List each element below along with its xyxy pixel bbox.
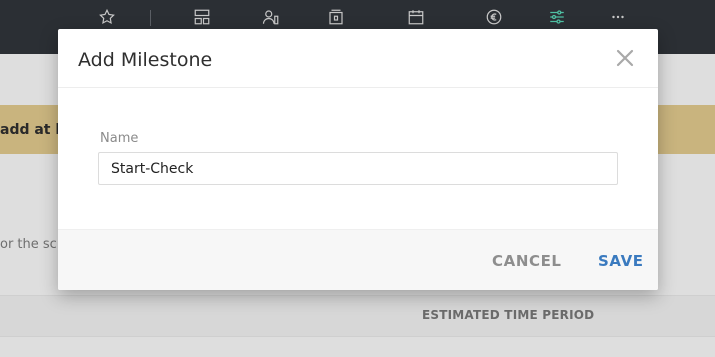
euro-icon[interactable] bbox=[484, 7, 504, 27]
archive-icon[interactable] bbox=[326, 7, 346, 27]
close-icon bbox=[616, 49, 634, 67]
schedule-hint-text: or the sch bbox=[0, 237, 66, 252]
dialog-header: Add Milestone bbox=[58, 29, 658, 88]
more-icon[interactable] bbox=[608, 7, 628, 27]
add-milestone-dialog: Add Milestone Name CANCEL SAVE bbox=[58, 29, 658, 290]
dialog-title: Add Milestone bbox=[78, 49, 213, 71]
toolbar-divider bbox=[150, 10, 151, 26]
dialog-body: Name bbox=[58, 88, 658, 229]
sliders-icon[interactable] bbox=[547, 7, 567, 27]
column-estimated-time-period: ESTIMATED TIME PERIOD bbox=[422, 308, 595, 322]
people-icon[interactable] bbox=[261, 7, 281, 27]
save-button[interactable]: SAVE bbox=[598, 252, 644, 270]
name-input[interactable] bbox=[98, 152, 618, 185]
cancel-button[interactable]: CANCEL bbox=[492, 252, 562, 270]
app-background: add at le or the sch ESTIMATED TIME PERI… bbox=[0, 0, 715, 357]
table-header: ESTIMATED TIME PERIOD bbox=[0, 295, 715, 337]
layout-icon[interactable] bbox=[192, 7, 212, 27]
dialog-footer: CANCEL SAVE bbox=[58, 229, 658, 290]
calendar-icon[interactable] bbox=[406, 7, 426, 27]
star-icon[interactable] bbox=[97, 7, 117, 27]
close-button[interactable] bbox=[612, 45, 638, 71]
name-field-label: Name bbox=[100, 131, 139, 146]
